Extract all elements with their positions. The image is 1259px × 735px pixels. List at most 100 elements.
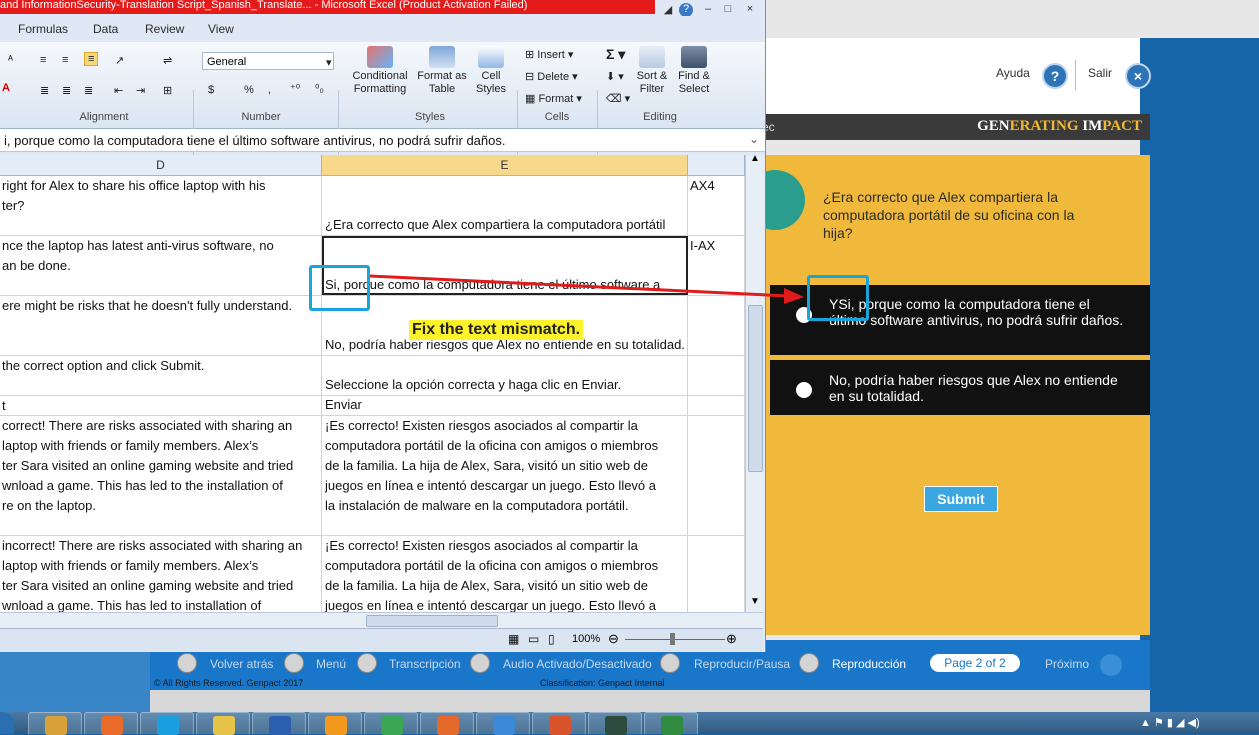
nav-transcript[interactable]: Transcripción [389,657,461,671]
fill-icon[interactable]: ⬇ ▾ [606,70,624,83]
table-row[interactable]: incorrect! There are risks associated wi… [0,536,745,612]
submit-button[interactable]: Submit [924,486,998,512]
radio-button[interactable] [796,382,812,398]
taskbar-button[interactable] [532,712,586,735]
font-color-icon[interactable]: A [2,82,10,94]
align-middle-icon[interactable]: ≡ [62,54,68,66]
audio-icon[interactable] [470,653,490,673]
sort-filter-button[interactable]: Sort & Filter [632,46,672,96]
table-row[interactable]: right for Alex to share his office lapto… [0,176,745,236]
format-as-table-button[interactable]: Format as Table [416,46,468,96]
tab-data[interactable]: Data [93,22,118,36]
cell-d[interactable]: right for Alex to share his office lapto… [0,176,322,235]
scrollbar-thumb[interactable] [748,305,763,472]
column-header-d[interactable]: D [0,155,322,175]
align-left-icon[interactable]: ≣ [40,84,49,97]
replay-icon[interactable] [799,653,819,673]
cell-d[interactable]: t [0,396,322,415]
nav-back[interactable]: Volver atrás [210,657,273,671]
worksheet-grid[interactable]: right for Alex to share his office lapto… [0,176,745,612]
hscroll-thumb[interactable] [366,615,498,627]
page-break-icon[interactable]: ▯ [548,632,555,646]
tab-review[interactable]: Review [145,22,184,36]
close-button[interactable]: × [739,3,761,17]
normal-view-icon[interactable]: ▦ [508,632,519,646]
restore-button[interactable]: □ [717,3,739,17]
taskbar-button[interactable] [140,712,194,735]
taskbar-button[interactable] [196,712,250,735]
taskbar-button[interactable] [644,712,698,735]
horizontal-scrollbar[interactable] [0,612,763,628]
play-icon[interactable] [660,653,680,673]
chevron-down-icon[interactable]: ▾ [326,56,332,69]
zoom-slider[interactable] [625,639,725,640]
align-right-icon[interactable]: ≣ [84,84,93,97]
cell-e[interactable]: ¡Es correcto! Existen riesgos asociados … [322,536,688,612]
windows-start-icon[interactable] [0,712,14,734]
taskbar-button[interactable] [588,712,642,735]
next-arrow-icon[interactable] [1100,654,1122,676]
minimize-button[interactable]: – [697,3,719,17]
conditional-formatting-button[interactable]: Conditional Formatting [346,46,414,96]
zoom-out-icon[interactable]: ⊖ [608,631,619,647]
merge-icon[interactable]: ⊞ [163,84,172,97]
align-bottom-icon[interactable]: ≡ [84,52,99,66]
table-row[interactable]: the correct option and click Submit. Sele… [0,356,745,396]
font-size-icon[interactable]: ᴬ [8,54,13,66]
nav-menu[interactable]: Menú [316,657,346,671]
percent-format-icon[interactable]: % [244,84,254,96]
decrease-decimal-icon[interactable]: ⁰₀ [315,82,324,95]
cell-styles-button[interactable]: Cell Styles [470,46,512,96]
column-header-e[interactable]: E [322,155,688,175]
scroll-down-icon[interactable]: ▼ [750,596,760,607]
cell-d[interactable]: nce the laptop has latest anti-virus sof… [0,236,322,295]
taskbar-button[interactable] [28,712,82,735]
cell-e[interactable]: ¡Es correcto! Existen riesgos asociados … [322,416,688,535]
format-button[interactable]: ▦ Format ▾ [525,92,582,105]
taskbar-button[interactable] [252,712,306,735]
page-layout-icon[interactable]: ▭ [528,632,539,646]
taskbar-button[interactable] [84,712,138,735]
cell-f[interactable] [688,356,745,395]
taskbar-button[interactable] [364,712,418,735]
outdent-icon[interactable]: ⇥ [136,84,145,97]
transcript-icon[interactable] [357,653,377,673]
expand-formula-bar-icon[interactable]: ⌄ [749,132,759,146]
cell-e[interactable]: Seleccione la opción correcta y haga cli… [322,356,688,395]
answer-option-2[interactable]: No, podría haber riesgos que Alex no ent… [770,360,1150,415]
insert-button[interactable]: ⊞ Insert ▾ [525,48,573,61]
zoom-in-icon[interactable]: ⊕ [726,631,737,647]
wrap-text-icon[interactable]: ⇌ [163,54,172,67]
ribbon-toggle-icon[interactable]: ◢ [657,3,679,17]
accounting-format-icon[interactable]: $ [208,84,214,96]
cell-e[interactable]: Enviar [322,396,688,415]
cell-f[interactable] [688,396,745,415]
align-center-icon[interactable]: ≣ [62,84,71,97]
clear-icon[interactable]: ⌫ ▾ [606,92,630,105]
cell-f[interactable] [688,536,745,612]
align-top-icon[interactable]: ≡ [40,54,46,66]
number-format-select[interactable]: General [202,52,334,70]
taskbar-button[interactable] [308,712,362,735]
zoom-level[interactable]: 100% [572,633,600,645]
menu-icon[interactable] [284,653,304,673]
tab-view[interactable]: View [208,22,234,36]
comma-format-icon[interactable]: , [268,84,271,96]
indent-icon[interactable]: ⇤ [114,84,123,97]
zoom-slider-handle[interactable] [670,633,675,645]
cell-f[interactable]: AX4 [688,176,745,235]
nav-next[interactable]: Próximo [1045,657,1089,671]
cell-d[interactable]: correct! There are risks associated with… [0,416,322,535]
cell-d[interactable]: incorrect! There are risks associated wi… [0,536,322,612]
nav-audio[interactable]: Audio Activado/Desactivado [503,657,652,671]
cell-d[interactable]: the correct option and click Submit. [0,356,322,395]
nav-replay[interactable]: Reproducción [832,657,906,671]
help-icon[interactable]: ? [1042,63,1068,89]
exit-icon[interactable]: × [1125,63,1151,89]
orientation-icon[interactable]: ↗ [115,54,124,67]
delete-button[interactable]: ⊟ Delete ▾ [525,70,578,83]
back-icon[interactable] [177,653,197,673]
nav-play[interactable]: Reproducir/Pausa [694,657,790,671]
cell-d[interactable]: ere might be risks that he doesn't fully… [0,296,322,355]
find-select-button[interactable]: Find & Select [674,46,714,96]
